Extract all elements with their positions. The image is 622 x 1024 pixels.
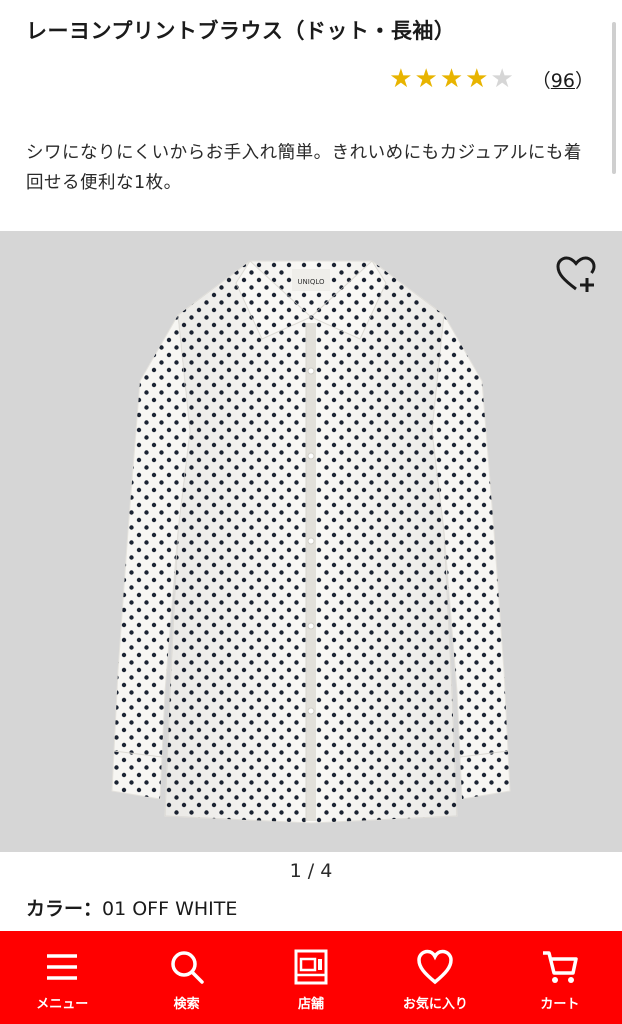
star-icon: ★ bbox=[414, 64, 438, 94]
product-title: レーヨンプリントブラウス（ドット・長袖） bbox=[26, 19, 456, 43]
product-image[interactable]: UNIQLO bbox=[0, 231, 622, 852]
product-description: シワになりにくいからお手入れ簡単。きれいめにもカジュアルにも着回せる便利な1枚。 bbox=[26, 143, 582, 193]
bottom-navigation: メニュー 検索 店舗 お気に入り カート bbox=[0, 931, 622, 1024]
image-pager: 1 / 4 bbox=[289, 860, 333, 882]
review-open-paren: （ bbox=[531, 69, 551, 92]
cart-icon bbox=[542, 951, 578, 983]
rating-row[interactable]: ★ ★ ★ ★ ★ （96） bbox=[389, 62, 594, 96]
nav-label: カート bbox=[540, 997, 580, 1012]
nav-label: お気に入り bbox=[402, 997, 468, 1012]
star-icon: ★ bbox=[439, 64, 464, 94]
review-count[interactable]: 96 bbox=[551, 70, 575, 92]
nav-cart[interactable]: カート bbox=[498, 931, 622, 1024]
nav-menu[interactable]: メニュー bbox=[0, 931, 124, 1024]
review-count-link[interactable]: （96） bbox=[532, 66, 594, 93]
heart-icon bbox=[417, 949, 454, 985]
nav-label: 店舗 bbox=[298, 997, 325, 1012]
add-favorite-icon[interactable] bbox=[554, 253, 598, 297]
star-icon: ★ bbox=[389, 64, 413, 94]
nav-favorites[interactable]: お気に入り bbox=[373, 931, 497, 1024]
menu-icon bbox=[47, 954, 78, 980]
star-icon: ★ bbox=[465, 64, 489, 94]
nav-store[interactable]: 店舗 bbox=[249, 931, 373, 1024]
color-value: 01 OFF WHITE bbox=[102, 898, 238, 920]
shirt-image: UNIQLO bbox=[111, 260, 511, 824]
nav-label: 検索 bbox=[173, 997, 200, 1012]
nav-label: メニュー bbox=[36, 997, 89, 1012]
review-close-paren: ） bbox=[574, 69, 594, 92]
star-rating: ★ ★ ★ ★ ★ bbox=[389, 65, 514, 93]
color-selection: カラー：01 OFF WHITE bbox=[26, 894, 237, 921]
nav-search[interactable]: 検索 bbox=[124, 931, 248, 1024]
color-label: カラー： bbox=[26, 898, 103, 920]
page-scrollbar[interactable] bbox=[612, 22, 616, 174]
store-icon bbox=[294, 949, 328, 985]
brand-tag-text: UNIQLO bbox=[297, 278, 325, 286]
star-empty-icon: ★ bbox=[490, 64, 514, 94]
search-icon bbox=[170, 951, 204, 984]
